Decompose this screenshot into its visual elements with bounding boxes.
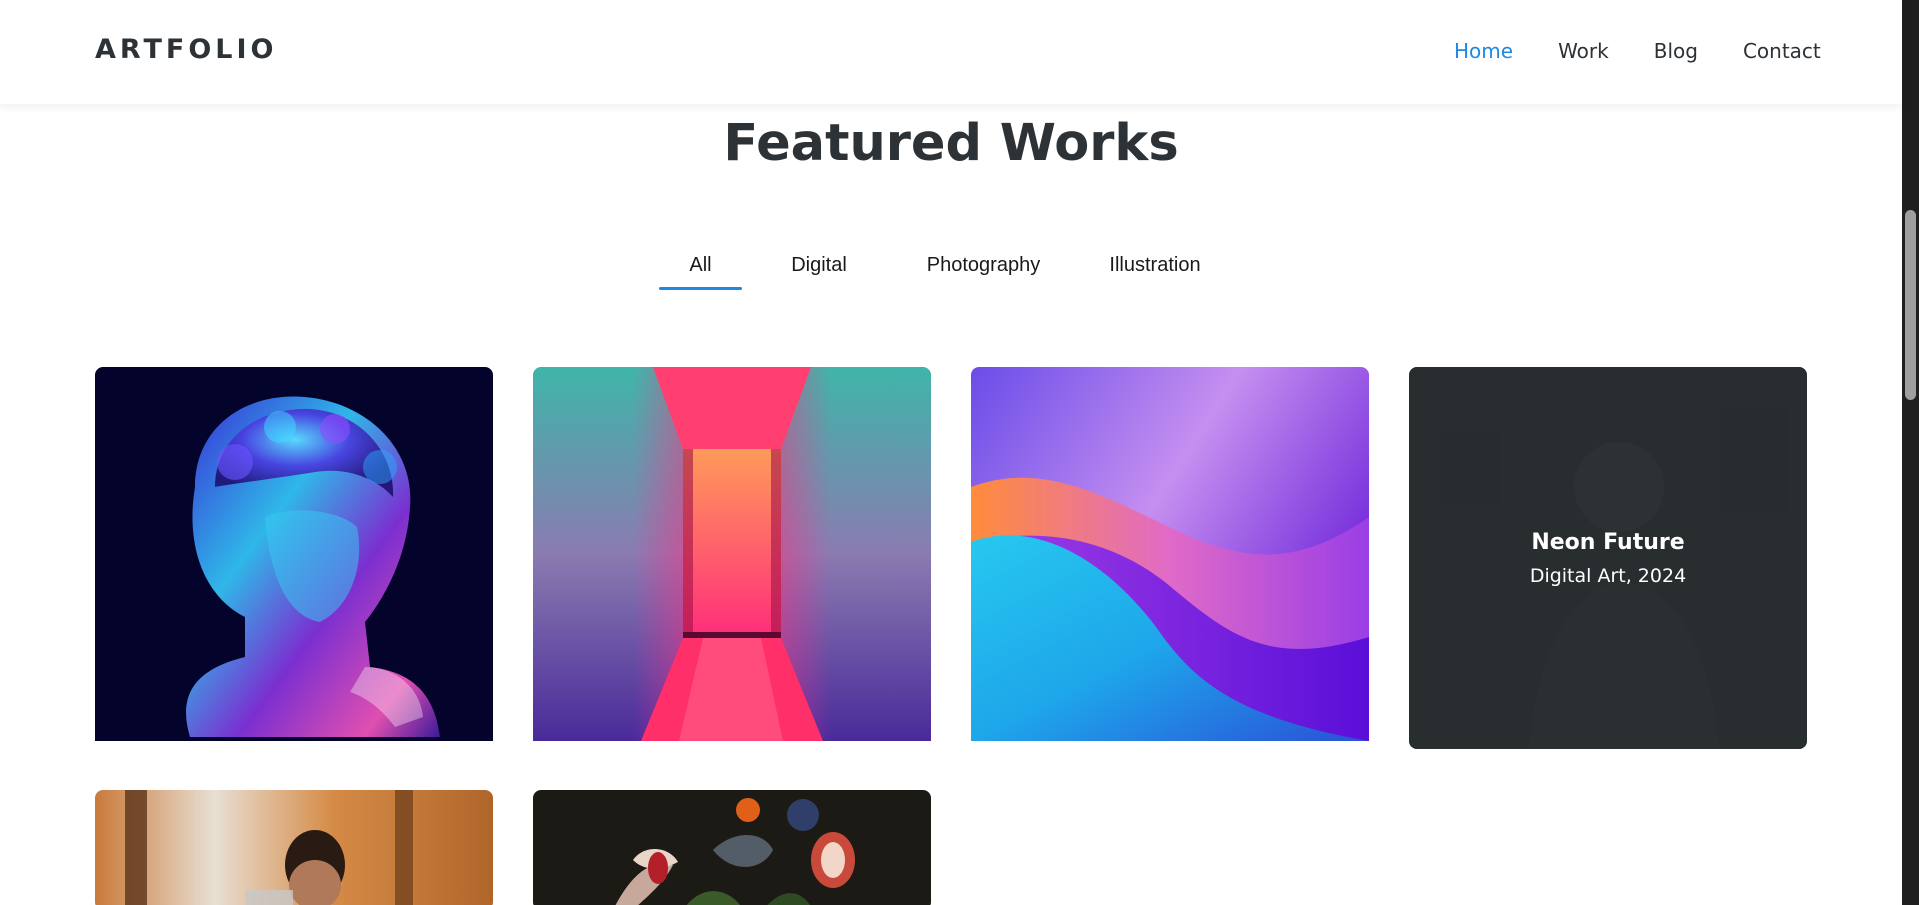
nav-work[interactable]: Work (1558, 39, 1609, 63)
site-logo[interactable]: ARTFOLIO (95, 34, 278, 65)
main-nav: Home Work Blog Contact (1454, 39, 1821, 63)
gallery-card-photographer[interactable] (95, 790, 493, 905)
photographer-artwork (95, 790, 493, 905)
flowers-artwork (533, 790, 931, 905)
gallery-card-waves[interactable] (971, 367, 1369, 741)
scrollbar-thumb[interactable] (1905, 210, 1916, 400)
section-title: Featured Works (723, 114, 1179, 173)
page: ARTFOLIO Home Work Blog Contact Featured… (0, 0, 1919, 905)
filter-illustration[interactable]: Illustration (1100, 250, 1210, 290)
card-hover-overlay: Neon Future Digital Art, 2024 (1409, 367, 1807, 749)
gallery-card-statue[interactable] (95, 367, 493, 741)
filter-digital[interactable]: Digital (778, 250, 860, 290)
page-scrollbar[interactable] (1902, 0, 1919, 905)
gallery-card-neon-future[interactable]: Neon Future Digital Art, 2024 (1409, 367, 1807, 749)
corridor-artwork (533, 367, 931, 741)
filter-photography[interactable]: Photography (917, 250, 1050, 290)
nav-contact[interactable]: Contact (1743, 39, 1821, 63)
site-header: ARTFOLIO Home Work Blog Contact (0, 0, 1902, 104)
waves-artwork (971, 367, 1369, 741)
card-subtitle: Digital Art, 2024 (1529, 564, 1687, 587)
gallery-card-flowers[interactable] (533, 790, 931, 905)
nav-blog[interactable]: Blog (1654, 39, 1698, 63)
nav-home[interactable]: Home (1454, 39, 1513, 63)
statue-artwork (95, 367, 493, 741)
gallery-card-corridor[interactable] (533, 367, 931, 741)
card-title: Neon Future (1531, 529, 1685, 555)
filter-all[interactable]: All (659, 250, 742, 290)
